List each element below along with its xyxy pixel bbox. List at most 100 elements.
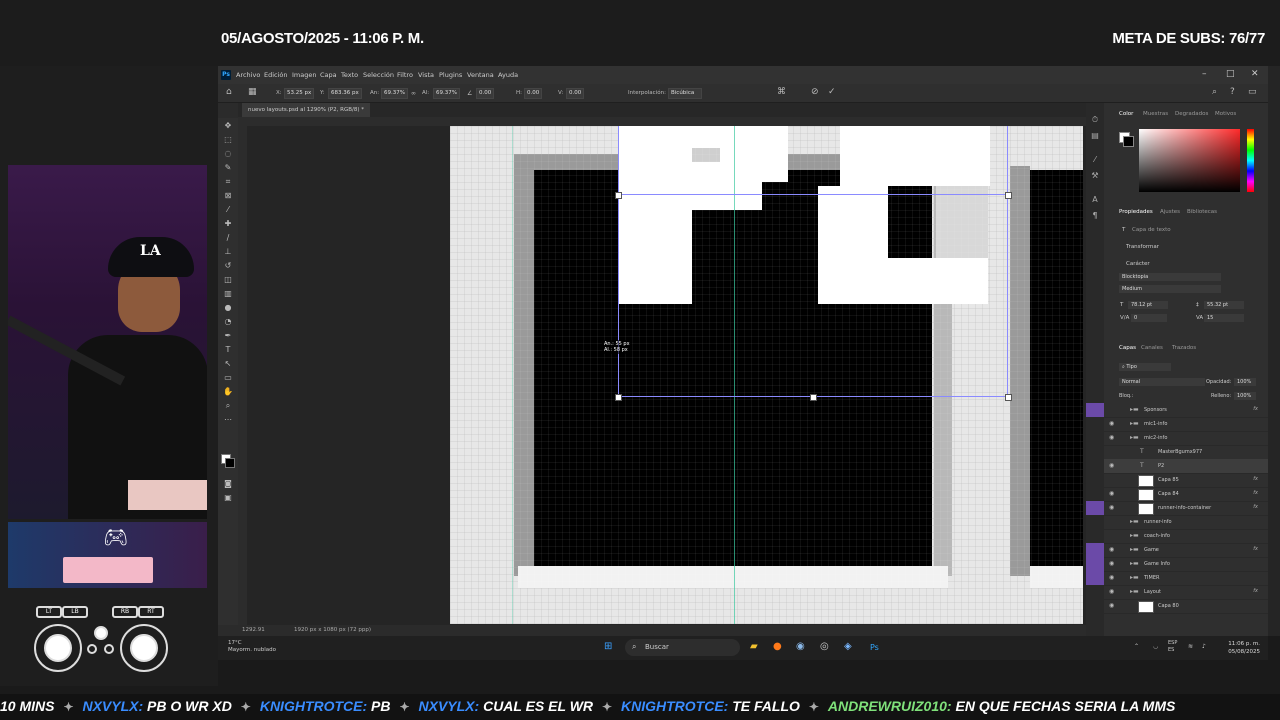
visibility-eye-icon[interactable]: ◉	[1109, 462, 1114, 469]
adjust-icon[interactable]: ⚒	[1090, 171, 1100, 181]
weather-widget[interactable]: 17°C Mayorm. nublado	[228, 640, 276, 654]
volume-icon[interactable]: ♪	[1202, 643, 1206, 650]
help-icon[interactable]: ?	[1230, 87, 1235, 97]
healing-tool-icon[interactable]: ✚	[222, 218, 234, 230]
layer-row[interactable]: ◉ ▸▬ TIMER	[1086, 571, 1268, 586]
panel-background-swatch[interactable]	[1123, 136, 1134, 147]
move-tool-icon[interactable]: ✥	[222, 120, 234, 132]
x-field[interactable]: 53.25 px	[284, 88, 315, 99]
menu-plugins[interactable]: Plugins	[439, 71, 462, 79]
windows-start-icon[interactable]: ⊞	[604, 641, 612, 652]
stamp-tool-icon[interactable]: ⊥	[222, 246, 234, 258]
menu-filtro[interactable]: Filtro	[397, 71, 413, 79]
background-color-swatch[interactable]	[225, 458, 235, 468]
layer-row[interactable]: ▸▬ Sponsors fx	[1086, 403, 1268, 418]
crop-tool-icon[interactable]: ⌗	[222, 176, 234, 188]
folder-icon[interactable]: ▸▬	[1130, 434, 1139, 441]
app-icon[interactable]: ◎	[820, 641, 829, 652]
transform-handle[interactable]	[1005, 192, 1012, 199]
visibility-eye-icon[interactable]: ◉	[1109, 434, 1114, 441]
close-icon[interactable]: ✕	[1251, 69, 1259, 79]
layer-effects-icon[interactable]: fx	[1253, 476, 1258, 482]
zoom-tool-icon[interactable]: ⌕	[222, 400, 234, 412]
menu-imagen[interactable]: Imagen	[292, 71, 316, 79]
folder-icon[interactable]: ▸▬	[1130, 420, 1139, 427]
blend-mode-select[interactable]: Normal	[1119, 378, 1205, 386]
history-icon[interactable]: ⏱	[1090, 115, 1100, 125]
folder-icon[interactable]: ▸▬	[1130, 518, 1139, 525]
taskbar-clock[interactable]: 11:06 p. m. 05/08/2025	[1228, 640, 1260, 656]
workspace-icon[interactable]: ▭	[1248, 87, 1257, 97]
menu-archivo[interactable]: Archivo	[236, 71, 260, 79]
transform-section[interactable]: Transformar	[1126, 244, 1159, 250]
path-select-tool-icon[interactable]: ↖	[222, 358, 234, 370]
character-icon[interactable]: A	[1090, 195, 1100, 205]
reference-point-icon[interactable]: ▦	[248, 87, 257, 97]
layer-row[interactable]: ▸▬ coach-info	[1104, 529, 1268, 544]
vskew-field[interactable]: 0.00	[566, 88, 585, 99]
history-brush-icon[interactable]: ↺	[222, 260, 234, 272]
photoshop-taskbar-icon[interactable]: Ps	[870, 643, 879, 652]
layer-row[interactable]: ◉ ▸▬ Game fx	[1086, 543, 1268, 558]
layer-effects-icon[interactable]: fx	[1253, 504, 1258, 510]
brush-settings-icon[interactable]: ⁄	[1090, 155, 1100, 165]
layer-row[interactable]: T MasterBgumx977	[1104, 445, 1268, 460]
link-icon[interactable]: ∞	[411, 90, 416, 97]
canvas-area[interactable]: An.: 55 px Al.: 58 px	[247, 126, 1086, 629]
layer-effects-icon[interactable]: fx	[1253, 490, 1258, 496]
transform-handle[interactable]	[615, 394, 622, 401]
warp-icon[interactable]: ⌘	[777, 87, 786, 97]
menu-capa[interactable]: Capa	[320, 71, 337, 79]
menu-vista[interactable]: Vista	[418, 71, 434, 79]
visibility-eye-icon[interactable]: ◉	[1109, 420, 1114, 427]
layer-effects-icon[interactable]: fx	[1253, 546, 1258, 552]
visibility-eye-icon[interactable]: ◉	[1109, 490, 1114, 497]
opacity-field[interactable]: 100%	[1234, 378, 1256, 386]
frame-tool-icon[interactable]: ⊠	[222, 190, 234, 202]
taskbar-search[interactable]: ⌕ Buscar	[625, 639, 740, 656]
layer-effects-icon[interactable]: fx	[1253, 406, 1258, 412]
layer-row[interactable]: ◉ T P2	[1104, 459, 1268, 474]
more-tools-icon[interactable]: ⋯	[222, 414, 234, 426]
tab-patterns[interactable]: Motivos	[1215, 111, 1236, 117]
paragraph-icon[interactable]: ¶	[1090, 211, 1100, 221]
visibility-eye-icon[interactable]: ◉	[1109, 546, 1114, 553]
zoom-level[interactable]: 1292.91	[242, 627, 265, 633]
eraser-tool-icon[interactable]: ◫	[222, 274, 234, 286]
folder-icon[interactable]: ▸▬	[1130, 560, 1139, 567]
kerning-field[interactable]: 0	[1131, 314, 1167, 322]
tab-libraries[interactable]: Bibliotecas	[1187, 209, 1217, 215]
brush-tool-icon[interactable]: ∕	[222, 232, 234, 244]
layer-row[interactable]: ◉ ▸▬ mic1-info	[1104, 417, 1268, 432]
folder-icon[interactable]: ▸▬	[1130, 406, 1139, 413]
language-indicator[interactable]: ESP ES	[1168, 640, 1177, 654]
quick-select-tool-icon[interactable]: ✎	[222, 162, 234, 174]
font-size-field[interactable]: 78.12 pt	[1128, 301, 1168, 309]
layer-effects-icon[interactable]: fx	[1253, 588, 1258, 594]
quick-mask-icon[interactable]: ◙	[222, 478, 234, 490]
hue-slider[interactable]	[1247, 129, 1254, 192]
tab-adjustments[interactable]: Ajustes	[1160, 209, 1180, 215]
visibility-eye-icon[interactable]: ◉	[1109, 588, 1114, 595]
layer-row[interactable]: ◉ ▸▬ mic2-info	[1104, 431, 1268, 446]
firefox-icon[interactable]: ●	[773, 641, 782, 652]
transform-handle[interactable]	[1005, 394, 1012, 401]
screen-mode-icon[interactable]: ▣	[222, 492, 234, 504]
type-tool-icon[interactable]: T	[222, 344, 234, 356]
folder-icon[interactable]: ▸▬	[1130, 546, 1139, 553]
transform-handle[interactable]	[615, 192, 622, 199]
layer-filter-select[interactable]: ⌕ Tipo	[1119, 363, 1171, 371]
minimize-icon[interactable]: –	[1202, 69, 1207, 79]
dodge-tool-icon[interactable]: ◔	[222, 316, 234, 328]
menu-ventana[interactable]: Ventana	[467, 71, 494, 79]
y-field[interactable]: 683.36 px	[328, 88, 362, 99]
visibility-eye-icon[interactable]: ◉	[1109, 504, 1114, 511]
layer-row[interactable]: ◉ Capa 84 fx	[1104, 487, 1268, 502]
tab-gradients[interactable]: Degradados	[1175, 111, 1208, 117]
tab-channels[interactable]: Canales	[1141, 345, 1163, 351]
visibility-eye-icon[interactable]: ◉	[1109, 602, 1114, 609]
character-section[interactable]: Carácter	[1126, 261, 1150, 267]
layer-row[interactable]: ◉ ▸▬ Layout fx	[1104, 585, 1268, 600]
layer-row[interactable]: ◉ Capa 80	[1104, 599, 1268, 614]
visibility-eye-icon[interactable]: ◉	[1109, 560, 1114, 567]
